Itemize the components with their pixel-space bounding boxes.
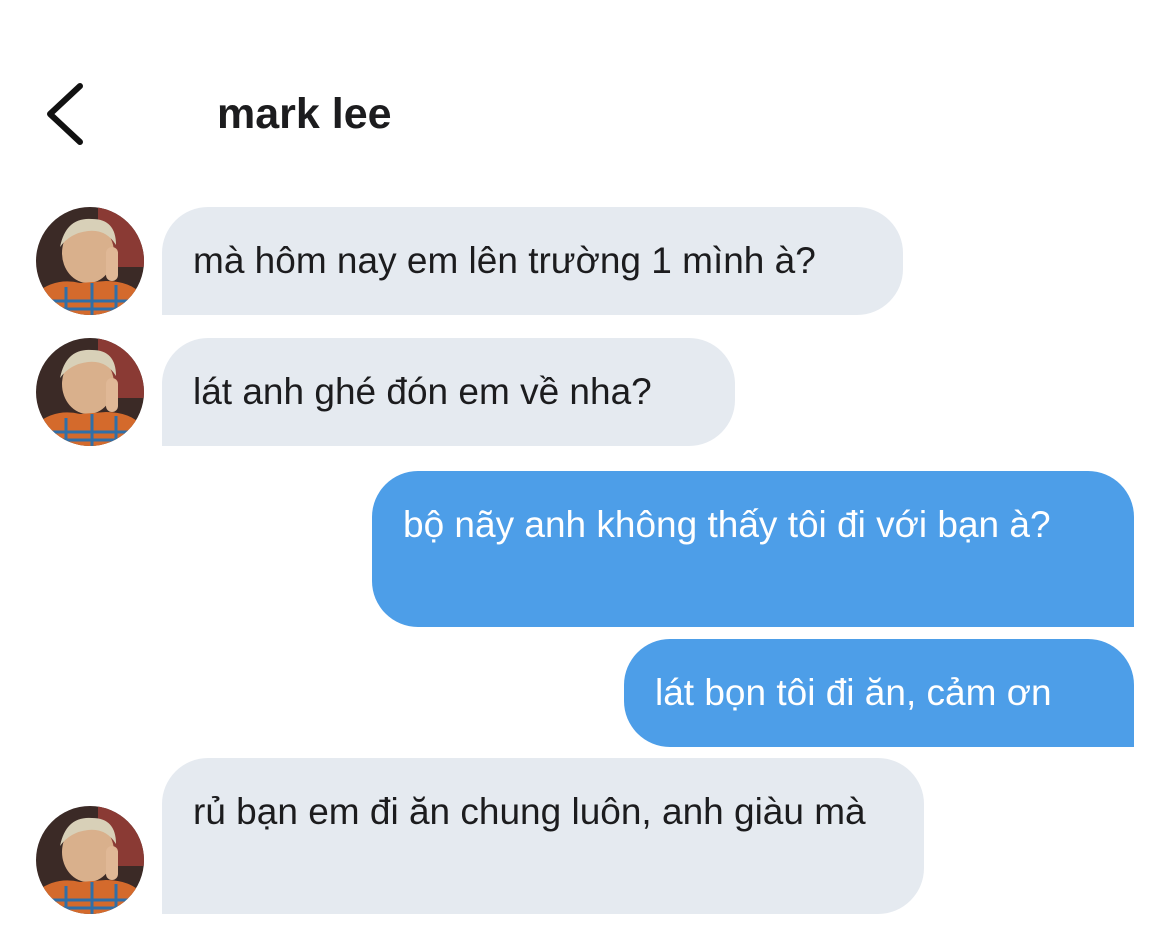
incoming-message-bubble[interactable]: mà hôm nay em lên trường 1 mình à? xyxy=(162,207,903,315)
outgoing-message-bubble[interactable]: bộ nãy anh không thấy tôi đi với bạn à? xyxy=(372,471,1134,627)
message-list: mà hôm nay em lên trường 1 mình à? lát a… xyxy=(0,0,1169,930)
contact-avatar[interactable] xyxy=(36,806,144,914)
contact-avatar[interactable] xyxy=(36,338,144,446)
contact-avatar[interactable] xyxy=(36,207,144,315)
message-text: lát bọn tôi đi ăn, cảm ơn xyxy=(655,672,1052,713)
message-text: bộ nãy anh không thấy tôi đi với bạn à? xyxy=(403,504,1051,545)
incoming-message-bubble[interactable]: rủ bạn em đi ăn chung luôn, anh giàu mà xyxy=(162,758,924,914)
incoming-message-bubble[interactable]: lát anh ghé đón em về nha? xyxy=(162,338,735,446)
outgoing-message-bubble[interactable]: lát bọn tôi đi ăn, cảm ơn xyxy=(624,639,1134,747)
message-text: lát anh ghé đón em về nha? xyxy=(193,371,652,412)
message-text: mà hôm nay em lên trường 1 mình à? xyxy=(193,240,816,281)
message-text: rủ bạn em đi ăn chung luôn, anh giàu mà xyxy=(193,791,866,832)
